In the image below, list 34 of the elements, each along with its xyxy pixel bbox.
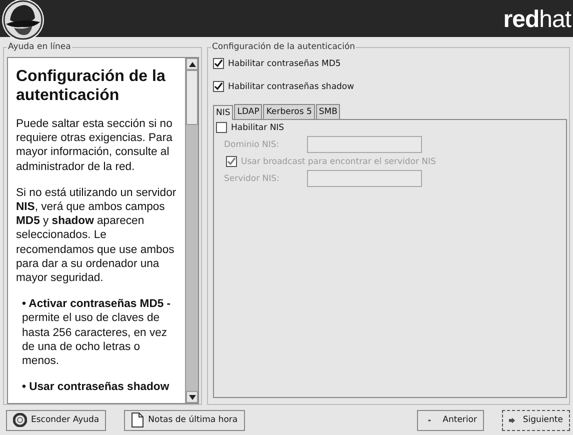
lifebuoy-icon bbox=[13, 413, 27, 427]
input-field[interactable] bbox=[307, 136, 422, 153]
scroll-up-button[interactable] bbox=[186, 58, 198, 70]
back-button[interactable]: Anterior bbox=[417, 410, 484, 430]
tab[interactable]: NIS bbox=[213, 105, 234, 120]
hide-help-button[interactable]: Esconder Ayuda bbox=[6, 410, 106, 430]
checkbox-option[interactable]: Habilitar contraseñas shadow bbox=[213, 81, 569, 92]
auth-frame-label: Configuración de la autenticación bbox=[211, 42, 356, 52]
checkbox[interactable] bbox=[216, 122, 227, 133]
up-arrow-icon bbox=[188, 62, 196, 66]
down-arrow-icon bbox=[188, 394, 196, 400]
field-label: Dominio NIS: bbox=[223, 140, 280, 150]
help-frame-label: Ayuda en línea bbox=[7, 42, 72, 52]
help-bullet: • Usar contraseñas shadow bbox=[21, 380, 170, 394]
help-title: Configuración de la autenticación bbox=[16, 67, 166, 105]
help-bullet: • Activar contraseñas MD5 - permite el uso de claves de hasta 256 caracteres, en vez de una de ocho letras o menos. bbox=[21, 297, 172, 368]
tab[interactable]: SMB bbox=[316, 104, 340, 119]
release-notes-button[interactable]: Notas de última hora bbox=[124, 410, 245, 430]
scrollbar[interactable] bbox=[185, 58, 198, 403]
help-paragraph: Si no está utilizando un servidor NIS, verá que ambos campos MD5 y shadow aparecen seleccionados. Le recomendamos que use ambos para dar a su ordenador una mayor seguridad. bbox=[16, 186, 178, 286]
input-field[interactable] bbox=[307, 170, 422, 187]
tab[interactable]: LDAP bbox=[234, 104, 262, 119]
checkbox[interactable] bbox=[213, 81, 224, 92]
tab[interactable]: Kerberos 5 bbox=[263, 104, 315, 119]
checkbox[interactable] bbox=[213, 58, 224, 69]
checkbox-option[interactable]: Habilitar contraseñas MD5 bbox=[213, 58, 569, 69]
field-label: Servidor NIS: bbox=[223, 174, 280, 184]
document-icon bbox=[131, 412, 144, 428]
scroll-thumb[interactable] bbox=[186, 70, 198, 125]
checkbox-option[interactable]: Habilitar NIS bbox=[216, 122, 566, 133]
brand-logo: redhat bbox=[503, 6, 571, 34]
next-button[interactable]: Siguiente bbox=[502, 410, 570, 430]
help-paragraph: Puede saltar esta sección si no requiere otras exigencias. Para mayor información, consulte al administrador de la red. bbox=[16, 117, 174, 174]
scroll-down-button[interactable] bbox=[186, 391, 198, 403]
